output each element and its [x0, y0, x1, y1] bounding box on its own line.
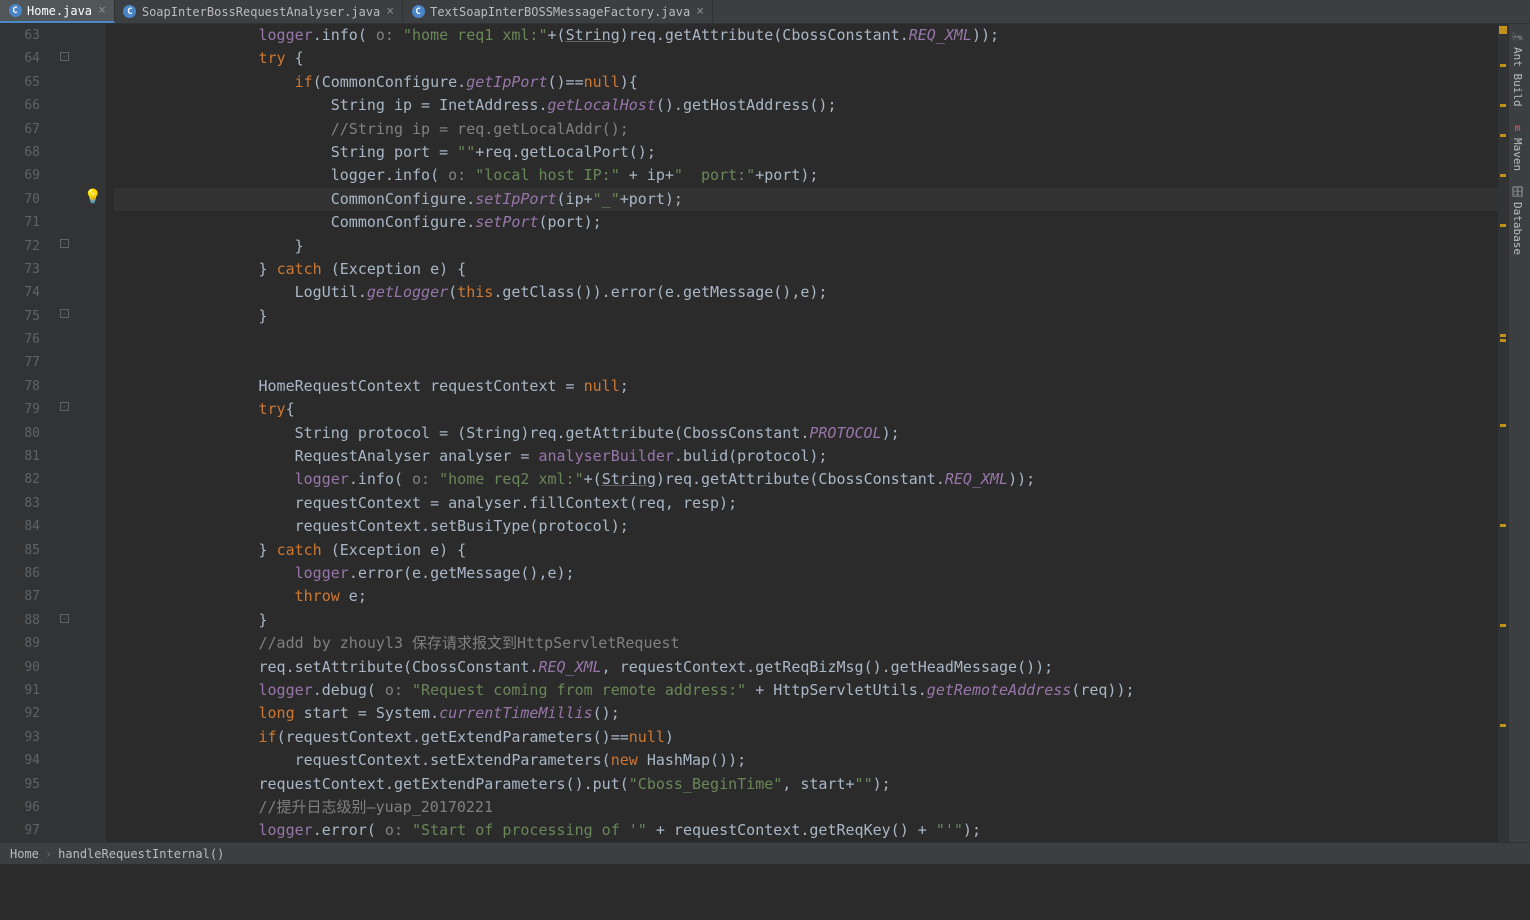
tab-text-factory[interactable]: C TextSoapInterBOSSMessageFactory.java × — [403, 0, 713, 23]
tab-soap-analyser[interactable]: C SoapInterBossRequestAnalyser.java × — [115, 0, 403, 23]
warning-marker[interactable] — [1500, 104, 1506, 107]
code-editor: 6364656667686970717273747576777879808182… — [0, 24, 1530, 842]
fold-column: - - - - - — [56, 24, 76, 842]
tab-label: Home.java — [27, 4, 92, 18]
fold-marker[interactable]: - — [60, 239, 69, 248]
database-tab[interactable]: 🗄Database — [1508, 179, 1527, 263]
tab-label: SoapInterBossRequestAnalyser.java — [142, 5, 380, 19]
fold-marker[interactable]: - — [60, 614, 69, 623]
editor-tabs: C Home.java × C SoapInterBossRequestAnal… — [0, 0, 1530, 24]
maven-tab[interactable]: mMaven — [1508, 115, 1527, 179]
analysis-status-icon — [1499, 26, 1507, 34]
warning-marker[interactable] — [1500, 334, 1506, 337]
warning-marker[interactable] — [1500, 134, 1506, 137]
warning-marker[interactable] — [1500, 624, 1506, 627]
maven-icon: m — [1514, 123, 1520, 134]
warning-marker[interactable] — [1500, 64, 1506, 67]
fold-marker[interactable]: - — [60, 309, 69, 318]
icon-column: 💡 — [76, 24, 106, 842]
warning-marker[interactable] — [1500, 339, 1506, 342]
close-icon[interactable]: × — [98, 3, 106, 18]
warning-marker[interactable] — [1500, 524, 1506, 527]
right-tool-panel: 🐜Ant Build mMaven 🗄Database — [1508, 24, 1530, 842]
fold-marker[interactable]: - — [60, 402, 69, 411]
warning-marker[interactable] — [1500, 724, 1506, 727]
fold-marker[interactable]: - — [60, 52, 69, 61]
tab-label: TextSoapInterBOSSMessageFactory.java — [430, 5, 690, 19]
breadcrumb-bar: Home › handleRequestInternal() — [0, 842, 1530, 864]
warning-marker[interactable] — [1500, 174, 1506, 177]
close-icon[interactable]: × — [386, 4, 394, 19]
tab-home-java[interactable]: C Home.java × — [0, 0, 115, 23]
intention-bulb-icon[interactable]: 💡 — [84, 189, 101, 205]
java-class-icon: C — [123, 5, 137, 19]
breadcrumb-class[interactable]: Home — [10, 847, 39, 861]
chevron-right-icon: › — [45, 847, 52, 861]
breadcrumb-method[interactable]: handleRequestInternal() — [58, 847, 224, 861]
java-class-icon: C — [411, 5, 425, 19]
error-strip[interactable] — [1498, 24, 1508, 842]
line-number-gutter: 6364656667686970717273747576777879808182… — [0, 24, 56, 842]
close-icon[interactable]: × — [696, 4, 704, 19]
code-area[interactable]: logger.info( o: "home req1 xml:"+(String… — [106, 24, 1498, 842]
ant-icon: 🐜 — [1511, 32, 1523, 43]
ant-build-tab[interactable]: 🐜Ant Build — [1508, 24, 1527, 115]
java-class-icon: C — [8, 4, 22, 18]
warning-marker[interactable] — [1500, 224, 1506, 227]
database-icon: 🗄 — [1511, 187, 1524, 198]
warning-marker[interactable] — [1500, 424, 1506, 427]
